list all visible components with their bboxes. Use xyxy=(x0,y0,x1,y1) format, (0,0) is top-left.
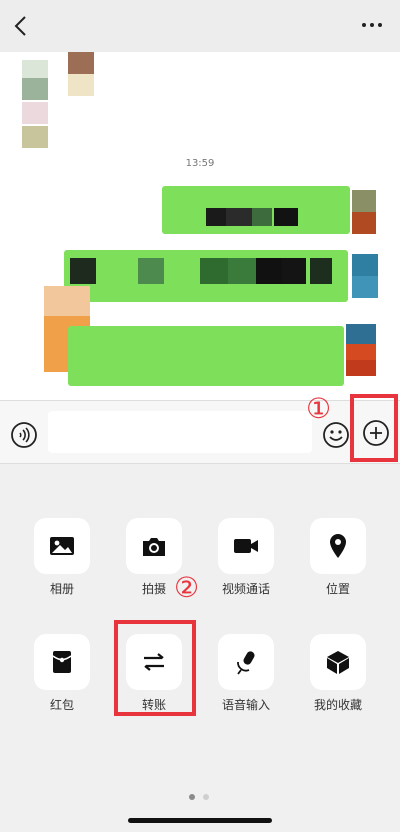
video-call-icon xyxy=(234,539,258,553)
top-bar xyxy=(0,0,400,52)
more-options-icon[interactable] xyxy=(360,20,384,30)
tile-camera[interactable] xyxy=(126,518,182,574)
avatar-mosaic xyxy=(22,60,48,150)
label-voice-input: 语音输入 xyxy=(221,698,270,712)
callout-number-1: ① xyxy=(306,392,332,425)
input-bar xyxy=(0,400,400,464)
label-video-call: 视频通话 xyxy=(221,582,270,596)
tile-photo-album[interactable] xyxy=(34,518,90,574)
camera-icon xyxy=(143,538,165,556)
callout-highlight-plus xyxy=(350,394,398,462)
message-bubble[interactable] xyxy=(162,186,350,234)
photo-album-icon xyxy=(50,537,74,555)
label-location: 位置 xyxy=(325,582,350,596)
tile-red-packet[interactable] xyxy=(34,634,90,690)
callout-highlight-transfer xyxy=(114,620,196,716)
page-indicator-dot[interactable] xyxy=(203,794,209,800)
red-packet-icon xyxy=(52,651,72,673)
avatar-mosaic xyxy=(352,190,376,236)
avatar-mosaic xyxy=(352,254,378,300)
back-arrow-icon[interactable] xyxy=(10,14,32,38)
tile-voice-input[interactable] xyxy=(218,634,274,690)
page-indicator-dot-active[interactable] xyxy=(189,794,195,800)
chat-history: 13:59 xyxy=(0,52,400,400)
emoji-icon[interactable] xyxy=(322,421,350,449)
location-pin-icon xyxy=(330,534,346,558)
label-red-packet: 红包 xyxy=(49,698,74,712)
label-photo-album: 相册 xyxy=(49,582,74,596)
message-timestamp: 13:59 xyxy=(185,158,215,169)
avatar-mosaic xyxy=(346,324,376,376)
favorites-cube-icon xyxy=(327,651,349,674)
message-bubble[interactable] xyxy=(68,326,344,386)
voice-toggle-icon[interactable] xyxy=(10,421,38,449)
tile-location[interactable] xyxy=(310,518,366,574)
label-favorites: 我的收藏 xyxy=(313,698,362,712)
message-input[interactable] xyxy=(48,411,312,453)
image-mosaic xyxy=(68,52,94,98)
message-bubble[interactable] xyxy=(64,250,348,302)
microphone-icon xyxy=(237,651,255,675)
home-indicator xyxy=(128,818,272,823)
callout-number-2: ② xyxy=(174,571,200,604)
tile-video-call[interactable] xyxy=(218,518,274,574)
tile-favorites[interactable] xyxy=(310,634,366,690)
